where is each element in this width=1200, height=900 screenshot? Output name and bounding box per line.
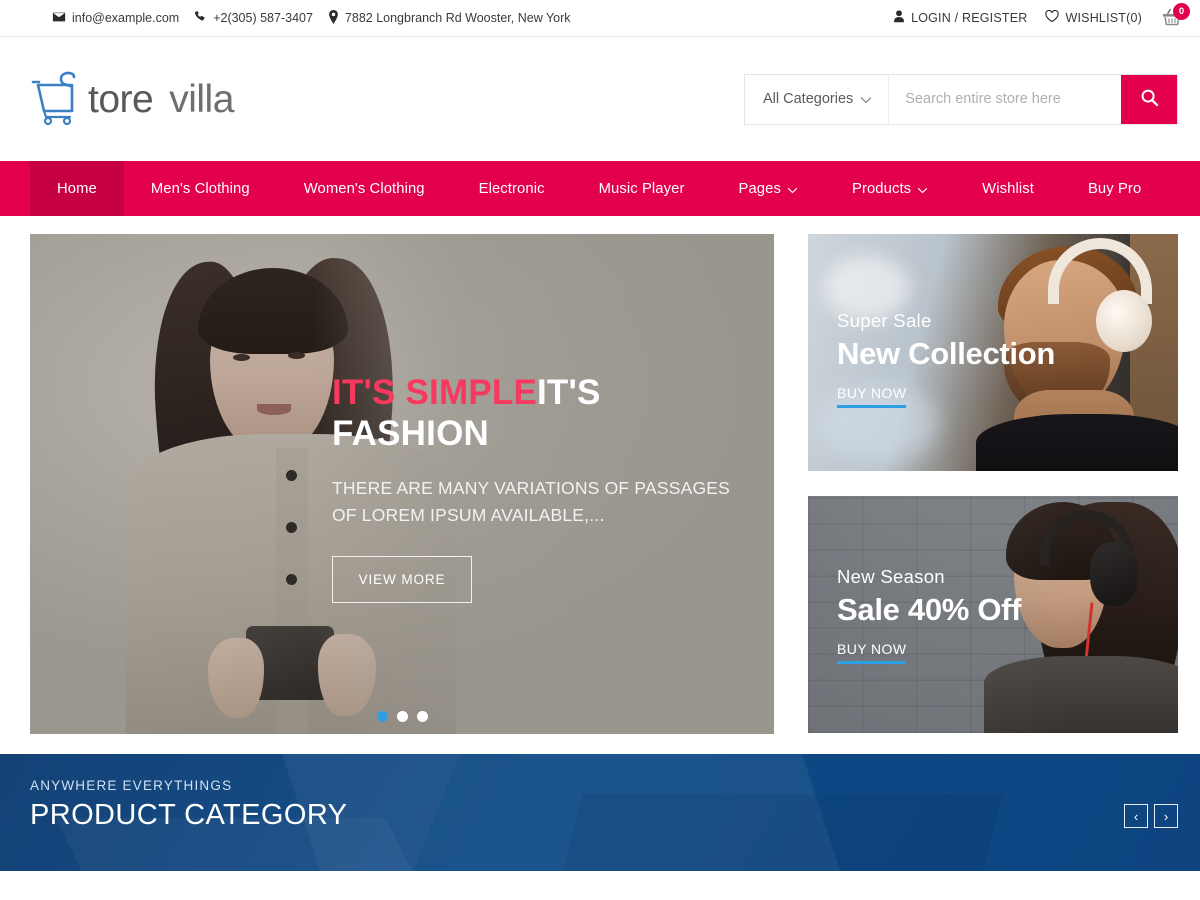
wishlist-label: WISHLIST(0): [1065, 11, 1142, 25]
hero-section: IT'S SIMPLEIT'S FASHION THERE ARE MANY V…: [0, 216, 1200, 754]
nav-item-home[interactable]: Home: [30, 161, 124, 216]
product-category-band: ANYWHERE EVERYTHINGS PRODUCT CATEGORY ‹ …: [0, 754, 1200, 871]
promo-banner-column: Super Sale New Collection BUY NOW New Se…: [808, 234, 1178, 754]
nav-item-mens-clothing[interactable]: Men's Clothing: [124, 161, 277, 216]
header-bar: tore villa All Categories: [0, 37, 1200, 161]
contact-address[interactable]: 7882 Longbranch Rd Wooster, New York: [328, 9, 571, 27]
contact-email-text: info@example.com: [72, 11, 180, 25]
nav-item-pages-label: Pages: [738, 180, 781, 197]
cart-button[interactable]: 0: [1160, 3, 1190, 30]
hero-heading: IT'S SIMPLEIT'S FASHION: [332, 372, 752, 455]
category-carousel-next-button[interactable]: ›: [1154, 804, 1178, 828]
cart-count-badge: 0: [1173, 3, 1190, 20]
search-input[interactable]: [889, 74, 1121, 124]
nav-item-buy-pro[interactable]: Buy Pro: [1061, 161, 1168, 216]
logo-text-villa: villa: [169, 77, 234, 121]
hero-slider-dot-1[interactable]: [376, 711, 388, 722]
promo-caption-2: New Season Sale 40% Off BUY NOW: [837, 566, 1022, 664]
product-category-subtitle: ANYWHERE EVERYTHINGS: [30, 778, 233, 793]
nav-item-womens-clothing-label: Women's Clothing: [303, 180, 425, 197]
main-navigation: Home Men's Clothing Women's Clothing Ele…: [0, 161, 1200, 216]
search-submit-button[interactable]: [1121, 74, 1177, 124]
hero-view-more-button[interactable]: VIEW MORE: [332, 555, 472, 603]
top-contact-group: info@example.com +2(305) 587-3407 7882 L…: [52, 9, 893, 27]
nav-item-music-player-label: Music Player: [598, 180, 685, 197]
product-category-heading-group: ANYWHERE EVERYTHINGS PRODUCT CATEGORY: [0, 754, 1200, 832]
category-carousel-prev-button[interactable]: ‹: [1124, 804, 1148, 828]
hero-slider-dot-3[interactable]: [416, 711, 428, 722]
chevron-down-icon: [917, 182, 928, 198]
login-register-label: LOGIN / REGISTER: [911, 11, 1028, 25]
nav-item-electronic-label: Electronic: [478, 180, 545, 197]
search-icon: [1140, 88, 1159, 110]
nav-item-products[interactable]: Products: [825, 161, 955, 216]
envelope-icon: [52, 10, 66, 27]
nav-item-home-label: Home: [57, 180, 97, 197]
category-select-label: All Categories: [763, 91, 854, 107]
nav-item-womens-clothing[interactable]: Women's Clothing: [277, 161, 452, 216]
promo-subtitle-2: New Season: [837, 566, 945, 587]
nav-item-wishlist[interactable]: Wishlist: [955, 161, 1061, 216]
promo-banner-new-collection[interactable]: Super Sale New Collection BUY NOW: [808, 234, 1178, 471]
promo-title-1: New Collection: [837, 336, 1055, 371]
contact-phone-text: +2(305) 587-3407: [213, 11, 313, 25]
login-register-link[interactable]: LOGIN / REGISTER: [893, 10, 1027, 26]
chevron-down-icon: [860, 92, 872, 108]
promo-buy-now-button-2[interactable]: BUY NOW: [837, 641, 907, 664]
hero-subtitle: THERE ARE MANY VARIATIONS OF PASSAGES OF…: [332, 477, 730, 525]
map-marker-icon: [328, 9, 339, 27]
nav-item-electronic[interactable]: Electronic: [452, 161, 572, 216]
hero-heading-accent: IT'S SIMPLE: [332, 373, 537, 412]
contact-phone[interactable]: +2(305) 587-3407: [194, 10, 313, 26]
top-account-group: LOGIN / REGISTER WISHLIST(0) 0: [893, 3, 1190, 30]
promo-banner-sale-40-off[interactable]: New Season Sale 40% Off BUY NOW: [808, 496, 1178, 733]
category-select[interactable]: All Categories: [745, 74, 890, 124]
promo-subtitle-1: Super Sale: [837, 310, 932, 331]
user-icon: [893, 10, 905, 26]
contact-email[interactable]: info@example.com: [52, 10, 179, 27]
promo-buy-now-button-1[interactable]: BUY NOW: [837, 385, 907, 408]
chevron-down-icon: [787, 182, 798, 198]
logo-text-store: tore: [88, 77, 154, 121]
hero-slider-dots: [30, 711, 774, 722]
product-category-title: PRODUCT CATEGORY: [30, 799, 348, 831]
nav-item-buy-pro-label: Buy Pro: [1087, 180, 1142, 197]
nav-item-products-label: Products: [851, 180, 912, 197]
hero-slider[interactable]: IT'S SIMPLEIT'S FASHION THERE ARE MANY V…: [30, 234, 774, 734]
site-logo[interactable]: tore villa: [30, 71, 234, 127]
hero-caption: IT'S SIMPLEIT'S FASHION THERE ARE MANY V…: [332, 372, 752, 603]
top-info-bar: info@example.com +2(305) 587-3407 7882 L…: [0, 0, 1200, 37]
phone-icon: [194, 10, 207, 26]
nav-item-wishlist-label: Wishlist: [982, 180, 1034, 197]
heart-icon: [1045, 9, 1060, 26]
wishlist-link[interactable]: WISHLIST(0): [1045, 9, 1142, 26]
promo-title-2: Sale 40% Off: [837, 592, 1022, 627]
hero-slider-dot-2[interactable]: [396, 711, 408, 722]
nav-item-pages[interactable]: Pages: [712, 161, 825, 216]
contact-address-text: 7882 Longbranch Rd Wooster, New York: [344, 11, 571, 25]
shopping-cart-s-logo-icon: [30, 71, 92, 127]
nav-item-music-player[interactable]: Music Player: [572, 161, 712, 216]
nav-item-mens-clothing-label: Men's Clothing: [150, 180, 250, 197]
search-bar: All Categories: [744, 73, 1178, 125]
category-carousel-controls: ‹ ›: [1124, 804, 1178, 828]
promo-caption-1: Super Sale New Collection BUY NOW: [837, 310, 1055, 408]
